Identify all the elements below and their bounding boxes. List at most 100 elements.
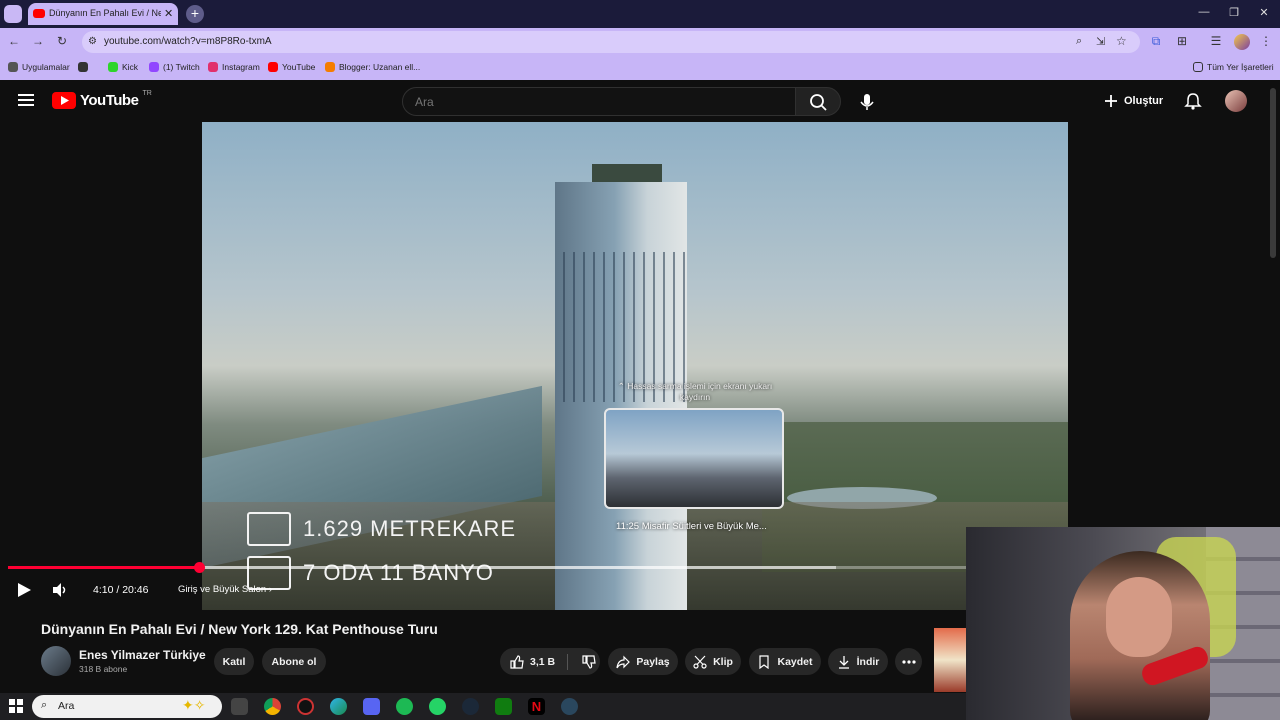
chapter-button[interactable]: Giriş ve Büyük Salon › (178, 584, 272, 595)
bookmark-youtube[interactable]: YouTube (268, 62, 315, 72)
extensions-icon[interactable]: ⊞ (1174, 34, 1190, 48)
building-icon (247, 512, 291, 546)
subscriber-count: 318 B abone (79, 664, 128, 674)
whatsapp-icon[interactable] (429, 698, 446, 715)
tab-search-button[interactable] (4, 5, 22, 23)
taskbar-search-text: Ara (58, 700, 75, 712)
download-icon (838, 655, 849, 669)
channel-name[interactable]: Enes Yilmazer Türkiye (79, 648, 206, 662)
video-title: Dünyanın En Pahalı Evi / New York 129. K… (41, 621, 438, 637)
create-label: Oluştur (1124, 95, 1164, 107)
like-count: 3,1 B (530, 655, 556, 668)
like-button[interactable]: 3,1 B (510, 654, 556, 669)
all-bookmarks[interactable]: Tüm Yer İşaretleri (1193, 62, 1274, 72)
spotify-icon[interactable] (396, 698, 413, 715)
volume-icon (53, 583, 66, 597)
bookmarks-bar: Uygulamalar Kick (1) Twitch Instagram Yo… (0, 56, 1280, 80)
discord-icon[interactable] (363, 698, 380, 715)
webcam-overlay (966, 527, 1280, 720)
page-scrollbar[interactable] (1270, 88, 1276, 258)
create-button[interactable]: Oluştur (1104, 89, 1163, 113)
forward-icon[interactable]: → (30, 34, 46, 48)
tab-title: Dünyanın En Pahalı Evi / New Y (49, 8, 161, 18)
share-icon (616, 655, 631, 668)
youtube-header: YouTube TR Oluştur (0, 80, 1280, 122)
video-overlay-stats: 1.629 METREKARE 7 ODA 11 BANYO (247, 507, 516, 595)
bookmark-apps[interactable]: Uygulamalar (8, 62, 70, 72)
fine-scrub-hint: ⌃ Hassas sarma işlemi için ekranı yukarı… (617, 381, 773, 402)
channel-avatar[interactable] (41, 646, 71, 676)
search-button[interactable] (795, 87, 841, 116)
maximize-button[interactable]: ❐ (1224, 6, 1244, 19)
volume-button[interactable] (50, 580, 70, 600)
apps-grid-icon (8, 62, 18, 72)
xbox-icon[interactable] (495, 698, 512, 715)
share-button[interactable]: Paylaş (608, 648, 678, 675)
search-input[interactable] (415, 95, 775, 109)
progress-played (8, 566, 200, 569)
download-button[interactable]: İndir (828, 648, 888, 675)
search-box[interactable] (402, 87, 796, 116)
video-player[interactable]: 1.629 METREKARE 7 ODA 11 BANYO (202, 122, 1068, 610)
windows-taskbar: ⌕ Ara ✦✧ N (0, 693, 966, 720)
search-icon (810, 94, 827, 111)
youtube-wordmark: YouTube (80, 92, 139, 109)
chrome-icon[interactable] (264, 698, 281, 715)
back-icon[interactable]: ← (6, 34, 22, 48)
netflix-icon[interactable]: N (528, 698, 545, 715)
profile-avatar[interactable] (1234, 34, 1250, 50)
blogger-icon (325, 62, 335, 72)
voice-search-button[interactable] (852, 88, 882, 116)
browser-tab-strip: Dünyanın En Pahalı Evi / New Y ✕ + — ❐ ✕ (0, 0, 1280, 28)
minimize-button[interactable]: — (1194, 6, 1214, 18)
clip-button[interactable]: Klip (685, 648, 741, 675)
scissors-icon (693, 655, 707, 669)
related-video-thumbnail[interactable] (934, 628, 966, 692)
microphone-icon (860, 94, 874, 110)
save-button[interactable]: Kaydet (749, 648, 821, 675)
stat-area: 1.629 METREKARE (303, 516, 517, 541)
bookmark-grid[interactable] (78, 62, 88, 72)
site-info-icon[interactable]: ⚙ (88, 36, 97, 47)
bookmark-blogger[interactable]: Blogger: Uzanan ell... (325, 62, 420, 72)
steam-icon[interactable] (462, 698, 479, 715)
subscribe-button[interactable]: Abone ol (262, 648, 326, 675)
new-tab-button[interactable]: + (186, 5, 204, 23)
hamburger-menu-icon[interactable] (18, 93, 34, 107)
notifications-bell-icon[interactable] (1184, 92, 1202, 110)
video-scene-tower-crown (592, 164, 662, 184)
media-icon[interactable]: ☰ (1208, 34, 1224, 48)
reload-icon[interactable]: ↻ (54, 34, 70, 48)
translate-icon[interactable]: ⧉ (1148, 34, 1164, 49)
obs-icon[interactable] (297, 698, 314, 715)
url-text[interactable]: youtube.com/watch?v=m8P8Ro-txmA (104, 36, 272, 47)
play-button[interactable] (14, 580, 34, 600)
browser-tab-active[interactable]: Dünyanın En Pahalı Evi / New Y ✕ (28, 3, 178, 25)
tab-close-icon[interactable]: ✕ (164, 7, 173, 20)
join-button[interactable]: Katıl (214, 648, 254, 675)
menu-dots-icon[interactable]: ⋮ (1258, 34, 1274, 48)
close-window-button[interactable]: ✕ (1254, 6, 1274, 19)
install-icon[interactable]: ⇲ (1096, 35, 1105, 48)
copilot-sparkle-icon: ✦✧ (182, 697, 206, 713)
instagram-icon (208, 62, 218, 72)
account-avatar[interactable] (1225, 90, 1247, 112)
play-icon (18, 583, 31, 597)
webcam-face (1106, 577, 1172, 657)
bookmark-twitch[interactable]: (1) Twitch (149, 62, 200, 72)
steam-secondary-icon[interactable] (561, 698, 578, 715)
windows-start-icon[interactable] (9, 699, 23, 713)
dislike-button[interactable] (582, 654, 596, 669)
youtube-logo[interactable]: YouTube TR (52, 90, 152, 109)
bookmark-star-icon[interactable]: ☆ (1116, 34, 1127, 48)
task-view-icon[interactable] (231, 698, 248, 715)
bookmark-instagram[interactable]: Instagram (208, 62, 260, 72)
bookmark-kick[interactable]: Kick (108, 62, 138, 72)
like-divider (567, 653, 569, 670)
zoom-icon[interactable]: ⌕ (1076, 35, 1082, 48)
address-bar[interactable]: ⚙ youtube.com/watch?v=m8P8Ro-txmA ⌕ ⇲ ☆ (82, 31, 1140, 53)
progress-scrubber-handle[interactable] (193, 562, 205, 573)
taskbar-search[interactable]: ⌕ Ara ✦✧ (32, 695, 222, 718)
more-actions-button[interactable] (895, 648, 922, 675)
edge-icon[interactable] (330, 698, 347, 715)
